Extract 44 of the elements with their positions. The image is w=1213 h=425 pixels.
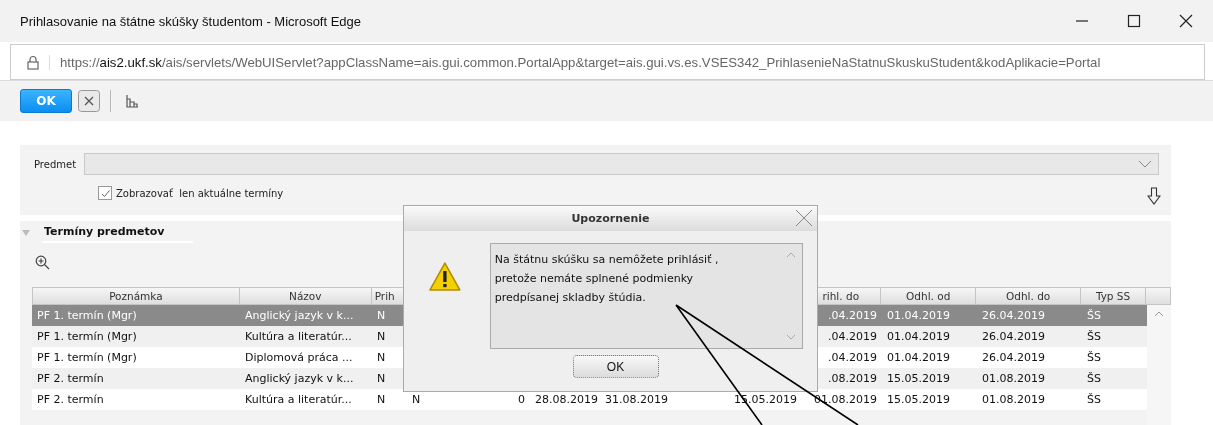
- table-cell: N: [377, 372, 386, 385]
- table-cell: PF 2. termín: [37, 372, 104, 385]
- table-cell: 01.08.2019: [982, 393, 1045, 406]
- table-cell: Kultúra a literatúr...: [245, 330, 352, 343]
- table-cell: 26.04.2019: [982, 351, 1045, 364]
- table-cell: ŠS: [1087, 372, 1101, 385]
- table-cell: 15.05.2019: [887, 372, 950, 385]
- table-cell: 15.05.2019: [887, 393, 950, 406]
- table-cell: ŠS: [1087, 309, 1101, 322]
- table-cell: ŠS: [1087, 393, 1101, 406]
- table-cell: 26.04.2019: [982, 309, 1045, 322]
- message-text: Na štátnu skúšku sa nemôžete prihlásiť , pretože nemáte splnené podmienky predpísanej skladby štúdia.: [494, 252, 720, 306]
- table-cell: PF 1. termín (Mgr): [37, 309, 137, 322]
- table-cell: N: [377, 393, 386, 406]
- table-cell: ŠS: [1087, 330, 1101, 343]
- table-cell: 28.08.2019: [535, 393, 598, 406]
- subject-label: Predmet: [34, 158, 77, 170]
- window-title: Prihlasovanie na štátne skúšky študentom - Microsoft Edge: [20, 13, 362, 29]
- table-cell: 31.08.2019: [605, 393, 668, 406]
- table-cell: ŠS: [1087, 351, 1101, 364]
- table-cell: .08.2019: [828, 372, 877, 385]
- table-cell: Kultúra a literatúr...: [245, 393, 352, 406]
- table-cell: 01.08.2019: [982, 372, 1045, 385]
- table-cell: N: [377, 351, 386, 364]
- checkbox-label: Zobrazovať len aktuálne termíny: [116, 187, 284, 199]
- table-cell: .04.2019: [828, 309, 877, 322]
- table-cell: Anglický jazyk v k...: [245, 309, 354, 322]
- table-cell: Anglický jazyk v k...: [245, 372, 354, 385]
- table-cell: PF 2. termín: [37, 393, 104, 406]
- table-cell: N: [377, 330, 386, 343]
- table-cell: 01.04.2019: [887, 309, 950, 322]
- dialog-title: Upozornenie: [571, 212, 650, 225]
- table-cell: 01.04.2019: [887, 330, 950, 343]
- table-cell: 26.04.2019: [982, 330, 1045, 343]
- table-cell: Diplomová práca ...: [245, 351, 353, 364]
- url-text: https://ais2.ukf.sk/ais/servlets/WebUIServlet?appClassName=ais.gui.common.PortalApp&target=ais.gui.vs.es.VSES342_PrihlasenieNaStatnuSkuskuStudent&kodAplikacie=Portal: [60, 54, 1101, 70]
- table-cell: N: [377, 309, 386, 322]
- table-cell: PF 1. termín (Mgr): [37, 330, 137, 343]
- table-cell: .04.2019: [828, 330, 877, 343]
- table-cell: N: [412, 393, 421, 406]
- table-cell: 01.04.2019: [887, 351, 950, 364]
- table-cell: PF 1. termín (Mgr): [37, 351, 137, 364]
- table-cell: 0: [518, 393, 525, 406]
- table-cell: .04.2019: [828, 351, 877, 364]
